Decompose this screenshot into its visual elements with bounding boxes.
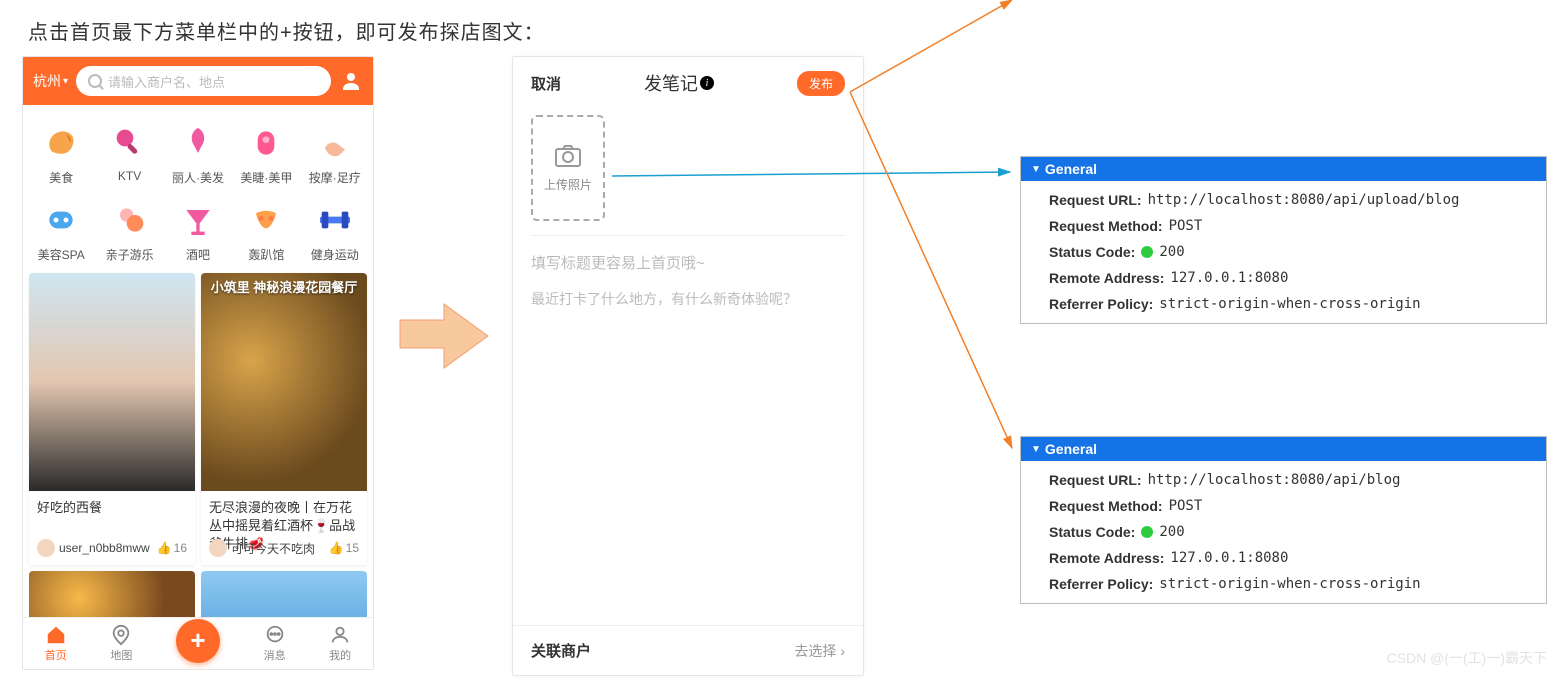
category-beauty[interactable]: 丽人·美发 bbox=[164, 115, 232, 192]
cat-label: 健身运动 bbox=[311, 246, 359, 263]
category-spa[interactable]: 美容SPA bbox=[27, 192, 95, 269]
card-title: 无尽浪漫的夜晚丨在万花丛中摇晃着红酒杯🍷品战斧牛排🥩 bbox=[201, 491, 367, 535]
feed-card[interactable]: 好吃的西餐 user_n0bb8mww 👍16 bbox=[29, 273, 195, 565]
profile-icon[interactable] bbox=[339, 69, 363, 93]
cancel-button[interactable]: 取消 bbox=[531, 73, 561, 94]
publish-screen: 取消 发笔记i 发布 上传照片 填写标题更容易上首页哦~ 最近打卡了什么地方，有… bbox=[512, 56, 864, 676]
cat-label: 轰趴馆 bbox=[248, 246, 284, 263]
category-food[interactable]: 美食 bbox=[27, 115, 95, 192]
chevron-right-icon: › bbox=[840, 643, 845, 659]
card-overlay-title: 小筑里 神秘浪漫花园餐厅 bbox=[201, 279, 367, 297]
home-screen: 杭州 ▾ 请输入商户名、地点 美食 KTV 丽人·美发 美睫·美甲 按摩·足疗 … bbox=[22, 56, 374, 670]
row-address: Remote Address:127.0.0.1:8080 bbox=[1049, 545, 1546, 571]
status-dot-icon bbox=[1141, 246, 1153, 258]
search-placeholder: 请输入商户名、地点 bbox=[108, 72, 225, 91]
feed-grid: 好吃的西餐 user_n0bb8mww 👍16 小筑里 神秘浪漫花园餐厅 无尽浪… bbox=[23, 273, 373, 565]
nav-messages[interactable]: 消息 bbox=[264, 624, 286, 663]
submit-publish-button[interactable]: 发布 bbox=[797, 71, 845, 96]
category-fitness[interactable]: 健身运动 bbox=[301, 192, 369, 269]
cat-label: 酒吧 bbox=[186, 246, 210, 263]
cat-label: 美食 bbox=[49, 169, 73, 186]
section-general[interactable]: ▼General bbox=[1021, 437, 1546, 461]
relate-shop-row[interactable]: 关联商户 去选择› bbox=[513, 625, 863, 675]
content-input[interactable]: 最近打卡了什么地方，有什么新奇体验呢？ bbox=[513, 279, 863, 319]
search-icon bbox=[88, 74, 102, 88]
info-icon[interactable]: i bbox=[700, 76, 714, 90]
location-label: 杭州 bbox=[33, 71, 61, 91]
bottom-nav: 首页 地图 + 消息 我的 bbox=[23, 617, 373, 669]
status-dot-icon bbox=[1141, 526, 1153, 538]
category-grid: 美食 KTV 丽人·美发 美睫·美甲 按摩·足疗 美容SPA 亲子游乐 酒吧 轰… bbox=[23, 105, 373, 273]
devtools-panel-blog: ▼General Request URL:http://localhost:80… bbox=[1020, 436, 1547, 604]
upload-label: 上传照片 bbox=[544, 176, 592, 193]
disclosure-triangle-icon: ▼ bbox=[1031, 164, 1041, 175]
like-count[interactable]: 👍15 bbox=[329, 541, 359, 555]
username: user_n0bb8mww bbox=[59, 541, 157, 555]
row-status: Status Code:200 bbox=[1049, 519, 1546, 545]
row-url: Request URL:http://localhost:8080/api/up… bbox=[1049, 187, 1546, 213]
cat-label: 丽人·美发 bbox=[172, 169, 224, 186]
cat-label: 美睫·美甲 bbox=[240, 169, 292, 186]
upload-photo-button[interactable]: 上传照片 bbox=[531, 115, 605, 221]
publish-button[interactable]: + bbox=[176, 619, 220, 663]
nav-home[interactable]: 首页 bbox=[45, 624, 67, 663]
avatar bbox=[37, 539, 55, 557]
relate-shop-label: 关联商户 bbox=[531, 640, 591, 661]
row-referrer: Referrer Policy:strict-origin-when-cross… bbox=[1049, 291, 1546, 317]
card-title: 好吃的西餐 bbox=[29, 491, 195, 535]
category-bar[interactable]: 酒吧 bbox=[164, 192, 232, 269]
nav-map[interactable]: 地图 bbox=[110, 624, 132, 663]
publish-topbar: 取消 发笔记i 发布 bbox=[513, 57, 863, 109]
go-select[interactable]: 去选择› bbox=[794, 641, 845, 661]
category-ktv[interactable]: KTV bbox=[95, 115, 163, 192]
category-party[interactable]: 轰趴馆 bbox=[232, 192, 300, 269]
category-kids[interactable]: 亲子游乐 bbox=[95, 192, 163, 269]
card-image: 小筑里 神秘浪漫花园餐厅 bbox=[201, 273, 367, 491]
category-nails[interactable]: 美睫·美甲 bbox=[232, 115, 300, 192]
row-referrer: Referrer Policy:strict-origin-when-cross… bbox=[1049, 571, 1546, 597]
cat-label: 亲子游乐 bbox=[106, 246, 154, 263]
row-url: Request URL:http://localhost:8080/api/bl… bbox=[1049, 467, 1546, 493]
like-count[interactable]: 👍16 bbox=[157, 541, 187, 555]
devtools-panel-upload: ▼General Request URL:http://localhost:80… bbox=[1020, 156, 1547, 324]
location-selector[interactable]: 杭州 ▾ bbox=[33, 71, 68, 91]
title-input[interactable]: 填写标题更容易上首页哦~ bbox=[513, 236, 863, 279]
cat-label: 美容SPA bbox=[38, 246, 85, 263]
section-general[interactable]: ▼General bbox=[1021, 157, 1546, 181]
card-meta: user_n0bb8mww 👍16 bbox=[29, 535, 195, 565]
cat-label: KTV bbox=[118, 169, 141, 183]
disclosure-triangle-icon: ▼ bbox=[1031, 444, 1041, 455]
username: 可可今天不吃肉 bbox=[231, 540, 329, 557]
category-massage[interactable]: 按摩·足疗 bbox=[301, 115, 369, 192]
avatar bbox=[209, 539, 227, 557]
cat-label: 按摩·足疗 bbox=[309, 169, 361, 186]
chevron-down-icon: ▾ bbox=[63, 76, 68, 87]
nav-mine[interactable]: 我的 bbox=[329, 624, 351, 663]
row-address: Remote Address:127.0.0.1:8080 bbox=[1049, 265, 1546, 291]
search-input[interactable]: 请输入商户名、地点 bbox=[76, 66, 331, 96]
arrow-right bbox=[398, 300, 490, 372]
page-heading: 点击首页最下方菜单栏中的+按钮，即可发布探店图文： bbox=[28, 16, 545, 45]
card-image bbox=[29, 273, 195, 491]
row-method: Request Method:POST bbox=[1049, 213, 1546, 239]
watermark: CSDN @(一(工)一)霸天下 bbox=[1387, 648, 1547, 668]
row-status: Status Code:200 bbox=[1049, 239, 1546, 265]
screen-title: 发笔记i bbox=[644, 70, 714, 96]
feed-card[interactable]: 小筑里 神秘浪漫花园餐厅 无尽浪漫的夜晚丨在万花丛中摇晃着红酒杯🍷品战斧牛排🥩 … bbox=[201, 273, 367, 565]
row-method: Request Method:POST bbox=[1049, 493, 1546, 519]
top-bar: 杭州 ▾ 请输入商户名、地点 bbox=[23, 57, 373, 105]
